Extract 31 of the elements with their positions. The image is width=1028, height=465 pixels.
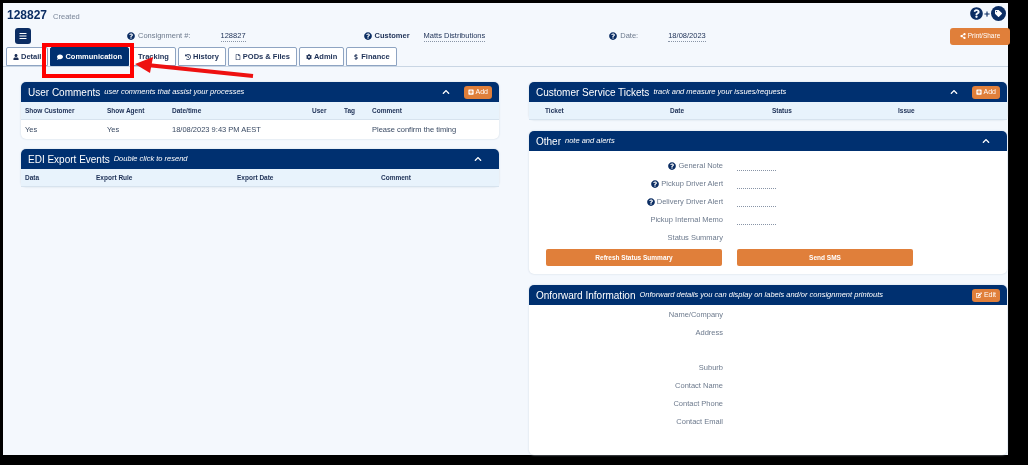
collapse-icon[interactable] (982, 137, 990, 145)
help-icon (651, 180, 660, 188)
help-icon (609, 32, 618, 40)
panel-title: Other (536, 134, 561, 149)
add-icon (467, 89, 474, 95)
edit-icon (975, 292, 982, 298)
gear-icon (305, 53, 312, 60)
plus-icon (984, 10, 990, 17)
tag-icon[interactable] (991, 6, 1006, 21)
file-icon (234, 53, 241, 60)
panel-title: User Comments (28, 85, 101, 100)
speech-bubble-icon (57, 53, 64, 60)
add-icon (975, 89, 982, 95)
help-icon (127, 32, 135, 40)
dollar-icon (353, 53, 360, 60)
help-icon[interactable] (970, 7, 983, 20)
panel-title: Customer Service Tickets (536, 85, 650, 100)
consignment-title: 128827 (7, 7, 48, 24)
help-icon (646, 198, 655, 206)
help-icon (668, 162, 677, 170)
menu-icon (19, 32, 27, 40)
menu-button[interactable] (15, 28, 31, 44)
history-icon (184, 53, 191, 60)
collapse-icon[interactable] (474, 155, 482, 163)
panel-title: Onforward Information (536, 288, 636, 303)
help-icon (363, 32, 372, 40)
collapse-icon[interactable] (441, 88, 450, 96)
share-icon (959, 33, 966, 39)
panel-title: EDI Export Events (28, 152, 110, 167)
collapse-icon[interactable] (949, 88, 958, 96)
user-icon (13, 53, 19, 60)
